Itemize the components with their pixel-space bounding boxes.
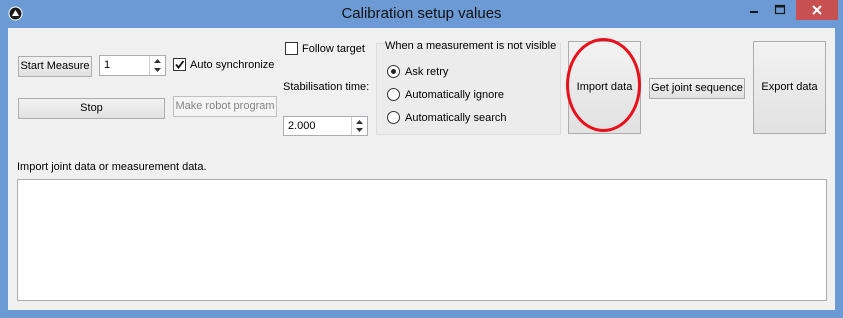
follow-target-label[interactable]: Follow target xyxy=(302,43,365,55)
measure-count-spinbox[interactable]: 1 xyxy=(99,55,166,76)
stabilisation-time-value: 2.000 xyxy=(288,120,316,132)
get-joint-sequence-button[interactable]: Get joint sequence xyxy=(649,78,745,99)
radio-automatically-ignore[interactable] xyxy=(387,88,400,101)
checkmark-icon xyxy=(175,60,185,69)
export-data-button[interactable]: Export data xyxy=(753,41,826,134)
minimize-button[interactable] xyxy=(741,0,767,20)
output-textarea[interactable] xyxy=(17,179,827,301)
spin-arrows-icon[interactable] xyxy=(149,56,165,75)
auto-synchronize-checkbox[interactable] xyxy=(173,58,186,71)
close-icon xyxy=(812,5,822,15)
radio-automatically-search[interactable] xyxy=(387,111,400,124)
automatically-ignore-label[interactable]: Automatically ignore xyxy=(405,89,504,101)
automatically-search-label[interactable]: Automatically search xyxy=(405,112,507,124)
maximize-icon xyxy=(774,4,786,15)
stabilisation-time-label: Stabilisation time: xyxy=(283,81,370,93)
stabilisation-time-spinbox[interactable]: 2.000 xyxy=(283,116,368,136)
not-visible-heading: When a measurement is not visible xyxy=(385,40,557,52)
measure-count-value: 1 xyxy=(104,59,111,71)
stop-button[interactable]: Stop xyxy=(18,98,165,119)
spin-arrows-icon[interactable] xyxy=(351,117,367,135)
start-measure-button[interactable]: Start Measure xyxy=(18,56,92,77)
make-robot-program-button[interactable]: Make robot program xyxy=(173,96,277,117)
red-circle-annotation xyxy=(566,38,641,132)
radio-ask-retry[interactable] xyxy=(387,65,400,78)
close-button[interactable] xyxy=(796,0,838,20)
calibration-window: Calibration setup values Start Measure 1 xyxy=(0,0,843,318)
follow-target-checkbox[interactable] xyxy=(285,42,298,55)
import-hint-label: Import joint data or measurement data. xyxy=(17,161,207,173)
window-title: Calibration setup values xyxy=(341,5,502,22)
maximize-button[interactable] xyxy=(767,0,793,20)
auto-synchronize-label[interactable]: Auto synchronize xyxy=(190,59,274,71)
minimize-icon xyxy=(750,11,758,13)
ask-retry-label[interactable]: Ask retry xyxy=(405,66,448,78)
dialog-body: Start Measure 1 Auto synchronize Stop Ma… xyxy=(8,28,835,310)
title-bar[interactable]: Calibration setup values xyxy=(0,0,843,28)
